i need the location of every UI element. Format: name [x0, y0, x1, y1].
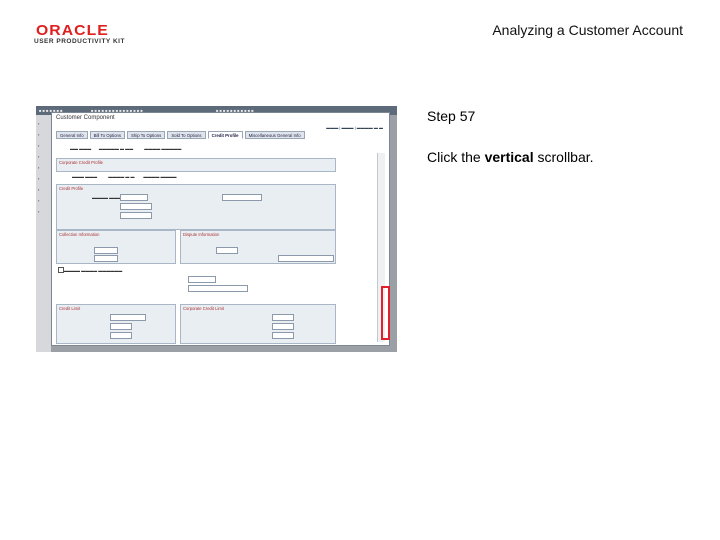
tab-ship-to-options[interactable]: Ship To Options: [127, 131, 166, 139]
section-header: Credit Profile: [59, 186, 84, 191]
credit-profile-section: Credit Profile: [56, 184, 336, 230]
instruction-text-start: Click the: [427, 149, 485, 165]
tab-sold-to-options[interactable]: Sold To Options: [167, 131, 206, 139]
status-field[interactable]: [222, 194, 262, 201]
tab-bill-to-options[interactable]: Bill To Options: [89, 131, 126, 139]
maximum-order-amount-field[interactable]: [188, 285, 248, 292]
corporate-credit-limit-section: Corporate Credit Limit: [180, 304, 336, 344]
credit-class-field[interactable]: [120, 203, 152, 210]
risk-code-field[interactable]: [120, 212, 152, 219]
collection-date-field[interactable]: [94, 255, 118, 262]
corporate-credit-profile-section: Corporate Credit Profile: [56, 158, 336, 172]
tab-credit-profile[interactable]: Credit Profile: [207, 131, 243, 139]
enable-credit-checking-label: ▬▬▬▬ ▬▬▬▬ ▬▬▬▬▬▬: [64, 268, 123, 273]
tab-bar: General Info Bill To Options Ship To Opt…: [56, 131, 305, 139]
section-header: Corporate Credit Limit: [183, 306, 224, 311]
percent-over-limit-field[interactable]: [110, 323, 132, 330]
collector-field[interactable]: [94, 247, 118, 254]
corporate-credit-field[interactable]: [272, 314, 294, 321]
step-instruction: Click the vertical scrollbar.: [427, 149, 594, 165]
credit-limit-field[interactable]: [110, 314, 146, 321]
header-row-text: ▬▬ ▬▬▬ ▬▬▬▬▬ ▬ ▬▬ ▬▬▬▬ ▬▬▬▬▬: [70, 146, 182, 151]
section-header: Corporate Credit Profile: [59, 160, 103, 165]
modal-title: Customer Component: [56, 115, 115, 121]
dispute-amount-field[interactable]: [278, 255, 334, 262]
customer-component-window: Customer Component ▬▬▬ | ▬▬▬ | ▬▬▬▬ ▬ ▬ …: [51, 112, 390, 346]
tab-misc-general-info[interactable]: Miscellaneous General Info: [244, 131, 305, 139]
page-title: Analyzing a Customer Account: [492, 22, 683, 38]
logo-brand: ORACLE: [36, 22, 109, 39]
application-screenshot: ■ ■ ■ ■ ■ ■ ■ ■ ■ ■ ■ ■ ■ ■ ■ ■ ■ ■ ■ ■ ■…: [36, 106, 397, 352]
logo-product: USER PRODUCTIVITY KIT: [34, 38, 125, 45]
corporate-over-limit-field[interactable]: [272, 323, 294, 330]
modal-links: ▬▬▬ | ▬▬▬ | ▬▬▬▬ ▬ ▬: [326, 125, 383, 130]
credit-limit-exceeded-field[interactable]: [188, 276, 216, 283]
instruction-emphasis: vertical: [484, 149, 534, 165]
credit-limit-date-field[interactable]: [110, 332, 132, 339]
corporate-date-field[interactable]: [272, 332, 294, 339]
dispute-status-field[interactable]: [216, 247, 238, 254]
effective-date-label: ▬▬▬▬ ▬▬▬: [92, 195, 122, 200]
section-header: Dispute Information: [183, 232, 220, 237]
corporate-row-text: ▬▬▬ ▬▬▬ ▬▬▬▬ ▬ ▬ ▬▬▬▬ ▬▬▬▬: [72, 174, 177, 179]
vertical-scrollbar-highlight[interactable]: [381, 286, 390, 340]
effective-date-field[interactable]: [120, 194, 148, 201]
tab-general-info[interactable]: General Info: [56, 131, 88, 139]
credit-profile-content: ▬▬ ▬▬▬ ▬▬▬▬▬ ▬ ▬▬ ▬▬▬▬ ▬▬▬▬▬ Corporate C…: [56, 140, 374, 344]
background-left-panel: ▪ ▪ ▪ ▪ ▪ ▪ ▪ ▪ ▪: [36, 115, 51, 352]
oracle-upk-logo: ORACLE USER PRODUCTIVITY KIT: [34, 22, 126, 48]
section-header: Collection Information: [59, 232, 100, 237]
section-header: Credit Limit: [59, 306, 81, 311]
instruction-text-end: scrollbar.: [533, 149, 594, 165]
step-label: Step 57: [427, 108, 476, 124]
